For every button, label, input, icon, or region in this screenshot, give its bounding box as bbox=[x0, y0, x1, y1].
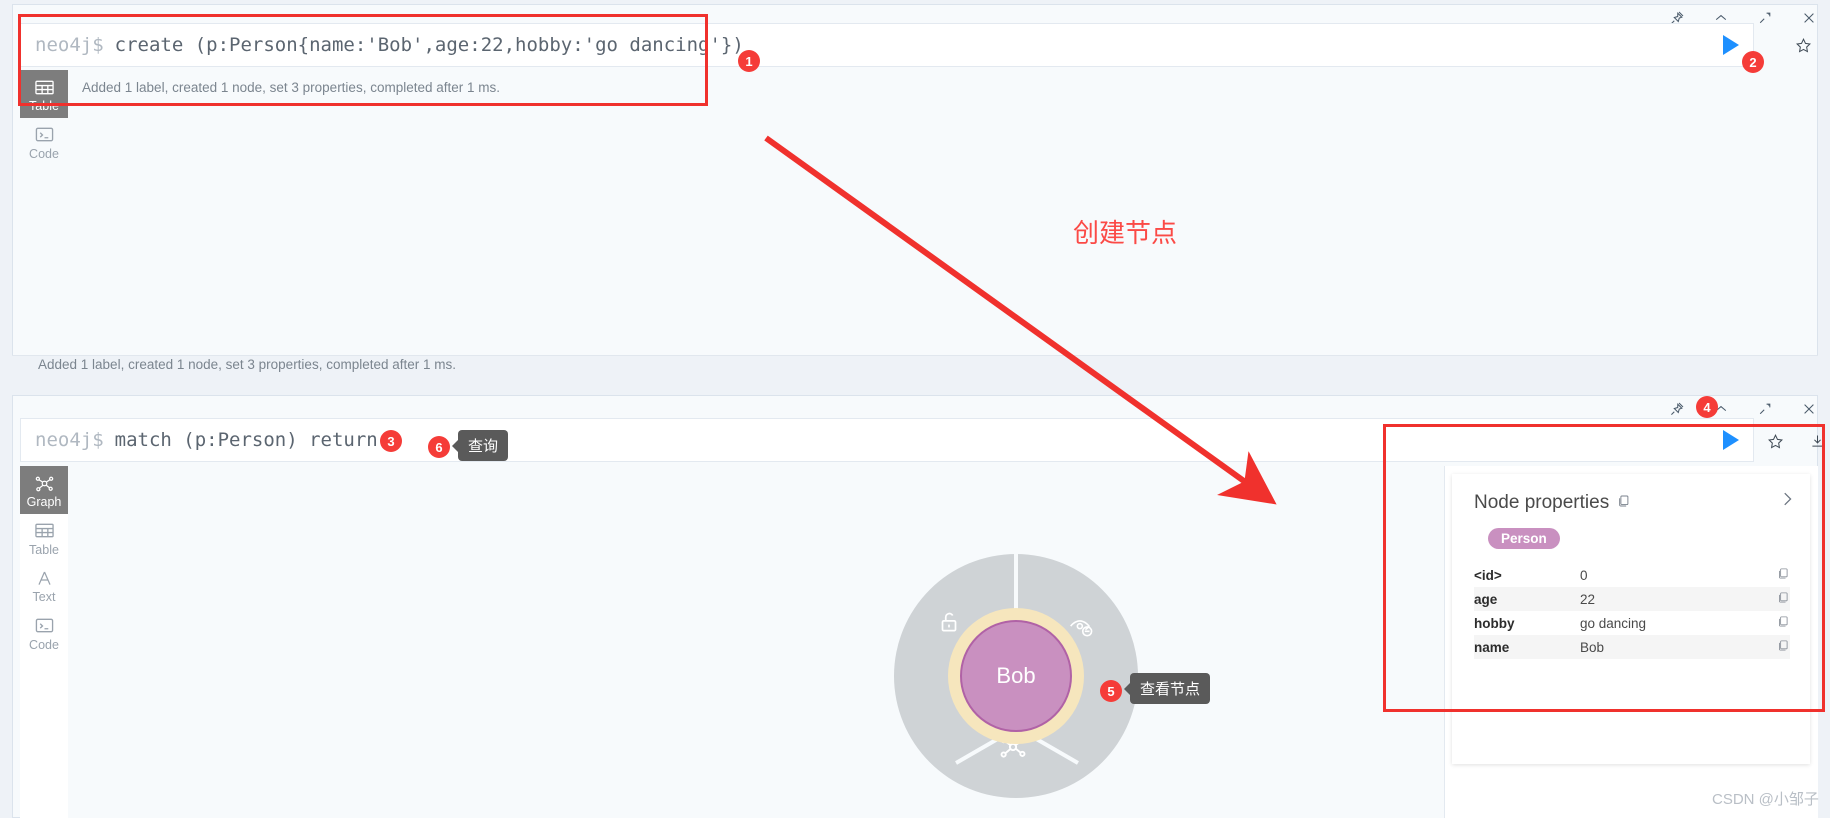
view-tab-table-1[interactable]: Table bbox=[20, 70, 68, 118]
view-tab-table-2[interactable]: Table bbox=[20, 514, 68, 562]
graph-icon bbox=[33, 473, 55, 493]
node-properties-card: Node properties Person <id> 0 age 22 hob… bbox=[1452, 474, 1810, 764]
view-tab-label: Code bbox=[29, 637, 59, 652]
download-icon[interactable] bbox=[1808, 432, 1826, 450]
editor-prompt-1: neo4j$ bbox=[35, 34, 104, 56]
step-badge-1: 1 bbox=[738, 50, 760, 72]
close-icon[interactable] bbox=[1800, 400, 1818, 418]
result-summary-1: Added 1 label, created 1 node, set 3 pro… bbox=[82, 80, 500, 95]
text-icon bbox=[33, 568, 55, 588]
code-icon bbox=[33, 616, 55, 636]
step-badge-3: 3 bbox=[380, 430, 402, 452]
step-badge-4: 4 bbox=[1696, 396, 1718, 418]
table-row: hobby go dancing bbox=[1474, 611, 1790, 635]
copy-all-icon[interactable] bbox=[1617, 494, 1631, 513]
view-tab-code-1[interactable]: Code bbox=[20, 118, 68, 166]
property-key: <id> bbox=[1474, 567, 1502, 583]
step-badge-5: 5 bbox=[1100, 680, 1122, 702]
view-tab-graph-2[interactable]: Graph bbox=[20, 466, 68, 514]
table-icon bbox=[33, 77, 55, 97]
hide-icon[interactable] bbox=[1068, 614, 1096, 640]
step-badge-6: 6 bbox=[428, 436, 450, 458]
cypher-query-1: create (p:Person{name:'Bob',age:22,hobby… bbox=[114, 34, 744, 56]
code-icon bbox=[33, 125, 55, 145]
view-tab-label: Code bbox=[29, 146, 59, 161]
copy-icon[interactable] bbox=[1766, 563, 1790, 587]
expand-icon[interactable] bbox=[1756, 400, 1774, 418]
pin-icon[interactable] bbox=[1668, 400, 1686, 418]
result-body-1 bbox=[68, 70, 1754, 355]
status-text-1: Added 1 label, created 1 node, set 3 pro… bbox=[38, 357, 456, 372]
table-icon bbox=[33, 521, 55, 541]
node-properties-title: Node properties bbox=[1474, 492, 1610, 513]
favorite-star-icon-2[interactable] bbox=[1766, 432, 1784, 450]
run-query-button-1[interactable] bbox=[1723, 35, 1739, 55]
view-tab-code-2[interactable]: Code bbox=[20, 609, 68, 657]
neo4j-browser-window: neo4j$ create (p:Person{name:'Bob',age:2… bbox=[0, 0, 1830, 818]
copy-icon[interactable] bbox=[1766, 587, 1790, 611]
close-icon[interactable] bbox=[1800, 9, 1818, 27]
callout-create-node: 创建节点 bbox=[1073, 218, 1178, 248]
property-key: name bbox=[1474, 639, 1510, 655]
property-key: age bbox=[1474, 591, 1498, 607]
view-rail-2: Graph Table Text Code bbox=[20, 466, 68, 818]
view-tab-label: Table bbox=[29, 99, 59, 113]
node-properties-header: Node properties bbox=[1474, 492, 1790, 514]
graph-canvas[interactable]: Bob bbox=[68, 466, 1444, 818]
expand-icon[interactable] bbox=[1756, 9, 1774, 27]
run-query-button-2[interactable] bbox=[1723, 430, 1739, 450]
ring-separator bbox=[1014, 554, 1018, 614]
chevron-right-icon[interactable] bbox=[1778, 490, 1796, 513]
cypher-editor-2[interactable]: neo4j$ match (p:Person) return p bbox=[20, 418, 1754, 462]
editor-prompt-2: neo4j$ bbox=[35, 429, 104, 451]
property-value: 0 bbox=[1580, 567, 1588, 583]
property-key: hobby bbox=[1474, 615, 1515, 631]
table-row: name Bob bbox=[1474, 635, 1790, 659]
cypher-query-2: match (p:Person) return p bbox=[114, 429, 401, 451]
tooltip-query: 查询 bbox=[451, 430, 509, 461]
view-tab-label: Graph bbox=[26, 495, 62, 509]
property-value: 22 bbox=[1580, 591, 1596, 607]
view-tab-label: Table bbox=[29, 542, 59, 557]
property-value: go dancing bbox=[1580, 615, 1647, 631]
view-tab-label: Text bbox=[32, 590, 56, 604]
unlock-icon[interactable] bbox=[936, 609, 962, 635]
node-properties-table: <id> 0 age 22 hobby go dancing name Bob bbox=[1474, 563, 1790, 659]
view-rail-1: Table Code bbox=[20, 70, 68, 355]
table-row: <id> 0 bbox=[1474, 563, 1790, 587]
table-row: age 22 bbox=[1474, 587, 1790, 611]
cypher-editor-1[interactable]: neo4j$ create (p:Person{name:'Bob',age:2… bbox=[20, 23, 1754, 67]
node-caption: Bob bbox=[996, 663, 1036, 688]
node-label-pill[interactable]: Person bbox=[1488, 528, 1560, 549]
view-tab-text-2[interactable]: Text bbox=[20, 561, 68, 609]
step-badge-2: 2 bbox=[1742, 51, 1764, 73]
copy-icon[interactable] bbox=[1766, 635, 1790, 659]
property-value: Bob bbox=[1580, 639, 1605, 655]
watermark: CSDN @小邹子 bbox=[1712, 791, 1819, 808]
tooltip-view-node: 查看节点 bbox=[1123, 673, 1211, 704]
graph-node-bob[interactable]: Bob bbox=[960, 620, 1072, 732]
copy-icon[interactable] bbox=[1766, 611, 1790, 635]
favorite-star-icon-1[interactable] bbox=[1794, 36, 1812, 54]
